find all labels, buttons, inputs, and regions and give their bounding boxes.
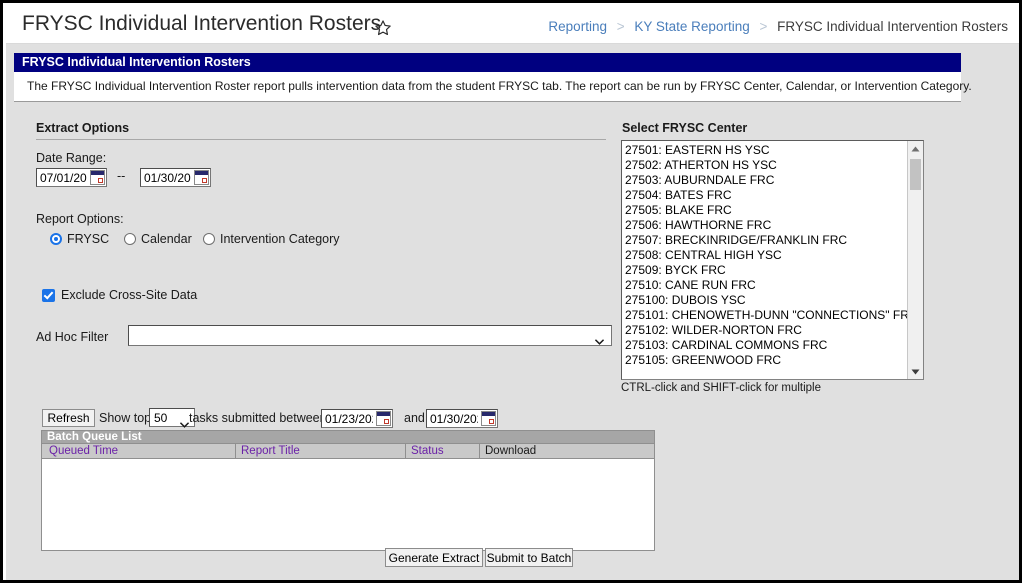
list-item[interactable]: 27506: HAWTHORNE FRC xyxy=(625,218,906,233)
frysc-center-title: Select FRYSC Center xyxy=(622,121,748,135)
generate-extract-button[interactable]: Generate Extract xyxy=(385,548,483,567)
calendar-icon[interactable] xyxy=(376,411,391,426)
list-item[interactable]: 275103: CARDINAL COMMONS FRC xyxy=(625,338,906,353)
column-divider xyxy=(405,444,406,459)
content-panel: FRYSC Individual Intervention Rosters Th… xyxy=(6,44,1019,580)
radio-option-intervention-category[interactable]: Intervention Category xyxy=(203,232,340,246)
list-item[interactable]: 275102: WILDER-NORTON FRC xyxy=(625,323,906,338)
and-label: and xyxy=(404,411,425,425)
list-item[interactable]: 27501: EASTERN HS YSC xyxy=(625,143,906,158)
refresh-button[interactable]: Refresh xyxy=(42,409,95,427)
batch-queue-list-title-text: Batch Queue List xyxy=(47,431,142,443)
column-header-queued-time[interactable]: Queued Time xyxy=(49,445,118,457)
breadcrumb-item-reporting[interactable]: Reporting xyxy=(548,19,607,34)
column-header-status[interactable]: Status xyxy=(411,445,444,457)
batch-queue-body xyxy=(42,459,654,550)
batch-date-end-field[interactable] xyxy=(426,409,498,428)
radio-option-frysc[interactable]: FRYSC xyxy=(50,232,109,246)
breadcrumb-separator: > xyxy=(616,19,625,34)
favorite-star-icon[interactable] xyxy=(374,19,392,37)
batch-queue-list-title: Batch Queue List xyxy=(42,431,654,444)
scroll-up-arrow-icon[interactable] xyxy=(908,141,923,156)
calendar-icon[interactable] xyxy=(90,170,105,185)
radio-option-label: Calendar xyxy=(141,232,192,246)
adhoc-filter-select[interactable] xyxy=(128,325,612,346)
show-top-label: Show top xyxy=(99,411,152,425)
date-range-start-input[interactable] xyxy=(37,170,90,185)
date-range-end-input[interactable] xyxy=(141,170,194,185)
date-range-label: Date Range: xyxy=(36,151,107,165)
show-top-value: 50 xyxy=(154,411,168,425)
exclude-cross-site-checkbox[interactable]: Exclude Cross-Site Data xyxy=(42,288,197,302)
submit-to-batch-button[interactable]: Submit to Batch xyxy=(485,548,573,567)
list-item[interactable]: 275105: GREENWOOD FRC xyxy=(625,353,906,368)
breadcrumb-item-current: FRYSC Individual Intervention Rosters xyxy=(777,19,1008,34)
list-item[interactable]: 275100: DUBOIS YSC xyxy=(625,293,906,308)
list-item[interactable]: 27503: AUBURNDALE FRC xyxy=(625,173,906,188)
batch-date-end-input[interactable] xyxy=(427,411,481,426)
report-description-text: The FRYSC Individual Intervention Roster… xyxy=(27,79,972,93)
list-item[interactable]: 27510: CANE RUN FRC xyxy=(625,278,906,293)
top-bar: FRYSC Individual Intervention Rosters Re… xyxy=(6,6,1019,44)
list-item[interactable]: 27508: CENTRAL HIGH YSC xyxy=(625,248,906,263)
chevron-down-icon xyxy=(594,332,605,345)
radio-option-label: FRYSC xyxy=(67,232,110,246)
column-header-report-title[interactable]: Report Title xyxy=(241,445,300,457)
report-header-bar: FRYSC Individual Intervention Rosters xyxy=(14,53,961,72)
list-item[interactable]: 27507: BRECKINRIDGE/FRANKLIN FRC xyxy=(625,233,906,248)
column-header-download: Download xyxy=(485,445,537,457)
column-divider xyxy=(479,444,480,459)
list-item[interactable]: 275101: CHENOWETH-DUNN "CONNECTIONS" FRC xyxy=(625,308,918,323)
batch-date-start-field[interactable] xyxy=(321,409,393,428)
tasks-submitted-between-label: tasks submitted between xyxy=(189,411,327,425)
frysc-center-listbox[interactable]: 27501: EASTERN HS YSC 27502: ATHERTON HS… xyxy=(621,140,924,380)
report-options-label: Report Options: xyxy=(36,212,124,226)
list-item[interactable]: 27502: ATHERTON HS YSC xyxy=(625,158,906,173)
date-range-start-field[interactable] xyxy=(36,168,107,187)
batch-date-start-input[interactable] xyxy=(322,411,376,426)
extract-options-divider xyxy=(36,139,606,140)
column-divider xyxy=(235,444,236,459)
extract-options-title: Extract Options xyxy=(36,121,130,135)
scrollbar-thumb[interactable] xyxy=(910,159,921,190)
radio-indicator xyxy=(50,233,62,245)
checkbox-indicator xyxy=(42,288,55,302)
exclude-cross-site-label: Exclude Cross-Site Data xyxy=(61,288,198,302)
radio-option-calendar[interactable]: Calendar xyxy=(124,232,192,246)
report-description-panel: The FRYSC Individual Intervention Roster… xyxy=(14,72,972,102)
breadcrumb: Reporting > KY State Reporting > FRYSC I… xyxy=(548,19,1008,34)
radio-option-label: Intervention Category xyxy=(220,232,340,246)
frysc-center-list: 27501: EASTERN HS YSC 27502: ATHERTON HS… xyxy=(622,141,918,368)
breadcrumb-item-ky-state-reporting[interactable]: KY State Reporting xyxy=(634,19,749,34)
date-range-separator: -- xyxy=(117,169,126,183)
scroll-down-arrow-icon[interactable] xyxy=(908,364,923,379)
radio-indicator xyxy=(203,233,215,245)
date-range-end-field[interactable] xyxy=(140,168,211,187)
breadcrumb-separator: > xyxy=(759,19,768,34)
list-item[interactable]: 27504: BATES FRC xyxy=(625,188,906,203)
chevron-down-icon xyxy=(179,415,190,428)
adhoc-filter-label: Ad Hoc Filter xyxy=(36,330,109,344)
frysc-center-hint: CTRL-click and SHIFT-click for multiple xyxy=(621,382,822,394)
page-title: FRYSC Individual Intervention Rosters xyxy=(22,12,382,35)
calendar-icon[interactable] xyxy=(481,411,496,426)
list-item[interactable]: 27505: BLAKE FRC xyxy=(625,203,906,218)
calendar-icon[interactable] xyxy=(194,170,209,185)
batch-queue-header-row: Queued Time Report Title Status Download xyxy=(42,444,654,459)
page-root: FRYSC Individual Intervention Rosters Re… xyxy=(0,0,1022,583)
list-item[interactable]: 27509: BYCK FRC xyxy=(625,263,906,278)
listbox-scrollbar[interactable] xyxy=(907,141,923,379)
report-header-title: FRYSC Individual Intervention Rosters xyxy=(22,55,251,69)
radio-indicator xyxy=(124,233,136,245)
batch-queue-list: Batch Queue List Queued Time Report Titl… xyxy=(41,430,655,551)
